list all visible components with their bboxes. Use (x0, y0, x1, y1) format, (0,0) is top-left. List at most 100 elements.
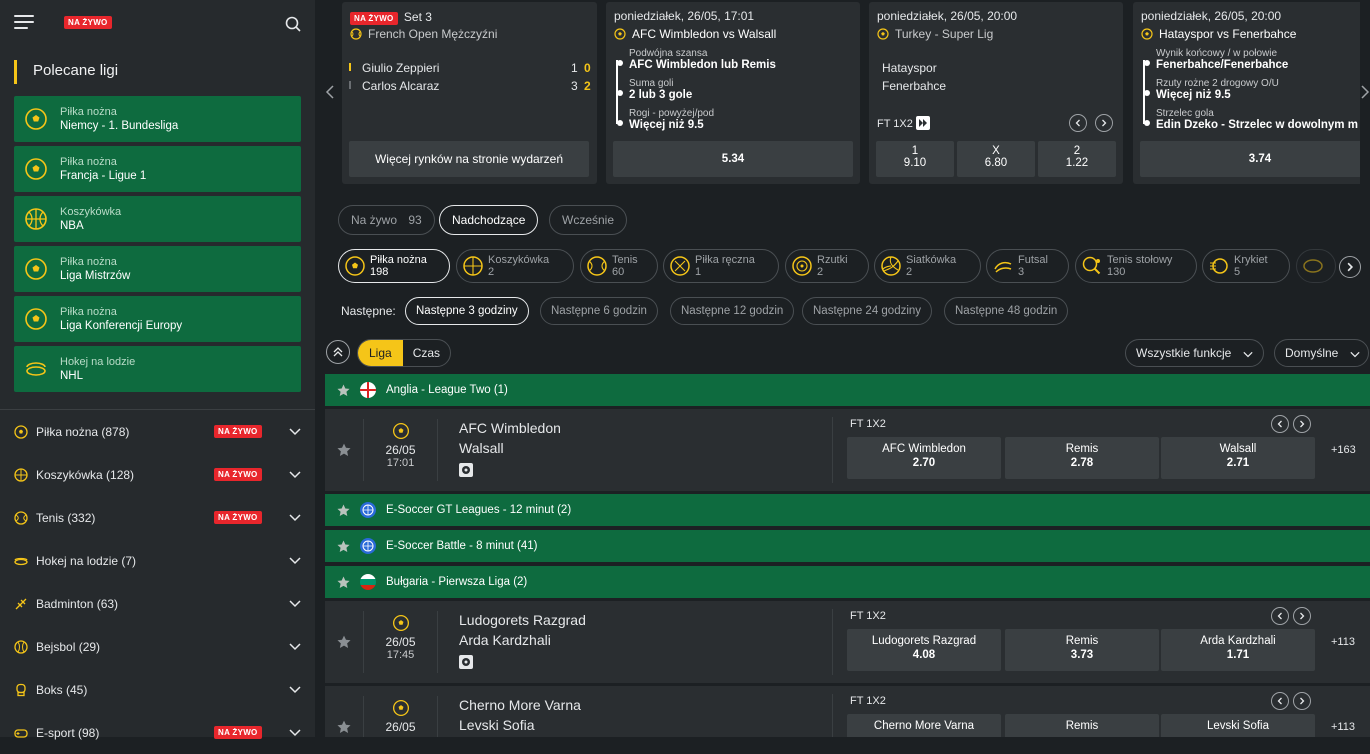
scroll-sports-right-button[interactable] (1339, 256, 1361, 278)
odds-button-home[interactable]: Cherno More Varna (847, 714, 1001, 737)
home-team[interactable]: Cherno More Varna (459, 697, 581, 713)
next-market-button[interactable] (1095, 114, 1113, 132)
odds-button-x[interactable]: X 6.80 (957, 141, 1035, 177)
chevron-down-icon[interactable] (289, 468, 301, 480)
chevron-down-icon[interactable] (289, 511, 301, 523)
next-market-button[interactable] (1293, 415, 1311, 433)
filter-upcoming[interactable]: Nadchodzące (439, 205, 539, 235)
group-by-league-button[interactable]: Liga (358, 340, 403, 366)
chevron-down-icon[interactable] (289, 683, 301, 695)
event-row[interactable]: 26/05 Cherno More Varna Levski Sofia FT … (325, 686, 1370, 737)
carousel-card-live-tennis[interactable]: NA ŻYWO Set 3 French Open Mężczyźni Giul… (342, 2, 597, 184)
time-window-48h[interactable]: Następne 48 godzin (944, 297, 1069, 325)
odds-button-1[interactable]: 1 9.10 (876, 141, 954, 177)
filter-earlier[interactable]: Wcześnie (549, 205, 628, 235)
away-team[interactable]: Arda Kardzhali (459, 632, 551, 648)
away-team[interactable]: Walsall (459, 440, 504, 456)
carousel-card-match[interactable]: poniedziałek, 26/05, 20:00 Turkey - Supe… (869, 2, 1123, 184)
menu-icon[interactable] (14, 15, 34, 31)
sport-item-baseball[interactable]: Bejsbol (29) (14, 625, 301, 668)
odds-button-draw[interactable]: Remis 3.73 (1005, 629, 1159, 671)
sport-tab-football[interactable]: Piłka nożna 198 (338, 249, 450, 283)
league-header-esoccer-battle[interactable]: E-Soccer Battle - 8 minut (41) (325, 530, 1370, 562)
chevron-down-icon[interactable] (289, 597, 301, 609)
prev-market-button[interactable] (1271, 692, 1289, 710)
chevron-down-icon[interactable] (289, 640, 301, 652)
time-window-6h[interactable]: Następne 6 godzin (540, 297, 658, 325)
prev-market-button[interactable] (1069, 114, 1087, 132)
odds-button[interactable]: 3.74 (1140, 141, 1360, 177)
away-team[interactable]: Levski Sofia (459, 717, 534, 733)
search-icon[interactable] (285, 16, 301, 32)
chevron-right-icon[interactable] (1360, 84, 1370, 100)
star-icon[interactable] (337, 504, 350, 517)
chevron-down-icon[interactable] (289, 554, 301, 566)
sport-tab-basketball[interactable]: Koszykówka 2 (456, 249, 574, 283)
chevron-down-icon[interactable] (289, 726, 301, 738)
sport-tab-cricket[interactable]: Krykiet 5 (1202, 249, 1290, 283)
odds-button-2[interactable]: 2 1.22 (1038, 141, 1116, 177)
star-icon[interactable] (337, 384, 350, 397)
star-icon[interactable] (337, 635, 351, 649)
star-icon[interactable] (337, 443, 351, 457)
sport-tab-tennis[interactable]: Tenis 60 (580, 249, 658, 283)
sport-tab-table-tennis[interactable]: Tenis stołowy 130 (1075, 249, 1197, 283)
next-market-button[interactable] (1293, 607, 1311, 625)
sport-item-ice-hockey[interactable]: Hokej na lodzie (7) (14, 539, 301, 582)
featured-league-nba[interactable]: Koszykówka NBA (14, 196, 301, 242)
star-icon[interactable] (337, 540, 350, 553)
league-header-esoccer-gt[interactable]: E-Soccer GT Leagues - 12 minut (2) (325, 494, 1370, 526)
odds-button-draw[interactable]: Remis 2.78 (1005, 437, 1159, 479)
odds-button-home[interactable]: AFC Wimbledon 2.70 (847, 437, 1001, 479)
odds-button-home[interactable]: Ludogorets Razgrad 4.08 (847, 629, 1001, 671)
sport-tab-futsal[interactable]: Futsal 3 (986, 249, 1069, 283)
sport-item-boxing[interactable]: Boks (45) (14, 668, 301, 711)
event-row[interactable]: 26/05 17:45 Ludogorets Razgrad Arda Kard… (325, 601, 1370, 683)
star-icon[interactable] (337, 576, 350, 589)
stats-icon[interactable] (459, 655, 473, 669)
more-markets-link[interactable]: +113 (1331, 636, 1355, 648)
odds-button-away[interactable]: Arda Kardzhali 1.71 (1161, 629, 1315, 671)
chevron-down-icon[interactable] (289, 425, 301, 437)
stats-icon[interactable] (459, 463, 473, 477)
sport-item-badminton[interactable]: Badminton (63) (14, 582, 301, 625)
sport-tab-darts[interactable]: Rzutki 2 (785, 249, 869, 283)
odds-button[interactable]: 5.34 (613, 141, 853, 177)
prev-market-button[interactable] (1271, 415, 1289, 433)
features-dropdown[interactable]: Wszystkie funkcje (1125, 339, 1264, 367)
star-icon[interactable] (337, 720, 351, 734)
sport-item-football[interactable]: Piłka nożna (878) NA ŻYWO (14, 410, 301, 453)
sport-tab-volleyball[interactable]: Siatkówka 2 (874, 249, 981, 283)
collapse-all-button[interactable] (326, 340, 350, 364)
carousel-card-betbuilder[interactable]: poniedziałek, 26/05, 17:01 AFC Wimbledon… (606, 2, 860, 184)
time-window-3h[interactable]: Następne 3 godziny (405, 297, 529, 325)
fast-forward-icon[interactable] (916, 116, 930, 130)
sort-dropdown[interactable]: Domyślne (1274, 339, 1369, 367)
prev-market-button[interactable] (1271, 607, 1289, 625)
sport-tab-handball[interactable]: Piłka ręczna 1 (663, 249, 779, 283)
group-by-time-button[interactable]: Czas (403, 340, 450, 366)
home-team[interactable]: AFC Wimbledon (459, 420, 561, 436)
live-badge[interactable]: NA ŻYWO (64, 16, 112, 29)
odds-button-draw[interactable]: Remis (1005, 714, 1159, 737)
featured-league-nhl[interactable]: Hokej na lodzie NHL (14, 346, 301, 392)
sport-item-tennis[interactable]: Tenis (332) NA ŻYWO (14, 496, 301, 539)
more-markets-link[interactable]: +113 (1331, 721, 1355, 733)
carousel-card-betbuilder-2[interactable]: poniedziałek, 26/05, 20:00 Hatayspor vs … (1133, 2, 1360, 184)
featured-league-ligue1[interactable]: Piłka nożna Francja - Ligue 1 (14, 146, 301, 192)
league-header-bulgaria[interactable]: Bułgaria - Pierwsza Liga (2) (325, 566, 1370, 598)
time-window-24h[interactable]: Następne 24 godziny (802, 297, 933, 325)
featured-league-champions-league[interactable]: Piłka nożna Liga Mistrzów (14, 246, 301, 292)
next-market-button[interactable] (1293, 692, 1311, 710)
sport-tab-more[interactable] (1296, 249, 1336, 283)
odds-button-away[interactable]: Levski Sofia (1161, 714, 1315, 737)
chevron-left-icon[interactable] (325, 84, 335, 100)
league-header-england[interactable]: Anglia - League Two (1) (325, 374, 1370, 406)
home-team[interactable]: Ludogorets Razgrad (459, 612, 586, 628)
time-window-12h[interactable]: Następne 12 godzin (670, 297, 795, 325)
sport-item-esport[interactable]: E-sport (98) NA ŻYWO (14, 711, 301, 754)
sport-item-basketball[interactable]: Koszykówka (128) NA ŻYWO (14, 453, 301, 496)
filter-live[interactable]: Na żywo 93 (338, 205, 435, 235)
event-row[interactable]: 26/05 17:01 AFC Wimbledon Walsall FT 1X2… (325, 409, 1370, 491)
more-markets-button[interactable]: Więcej rynków na stronie wydarzeń (349, 141, 589, 177)
